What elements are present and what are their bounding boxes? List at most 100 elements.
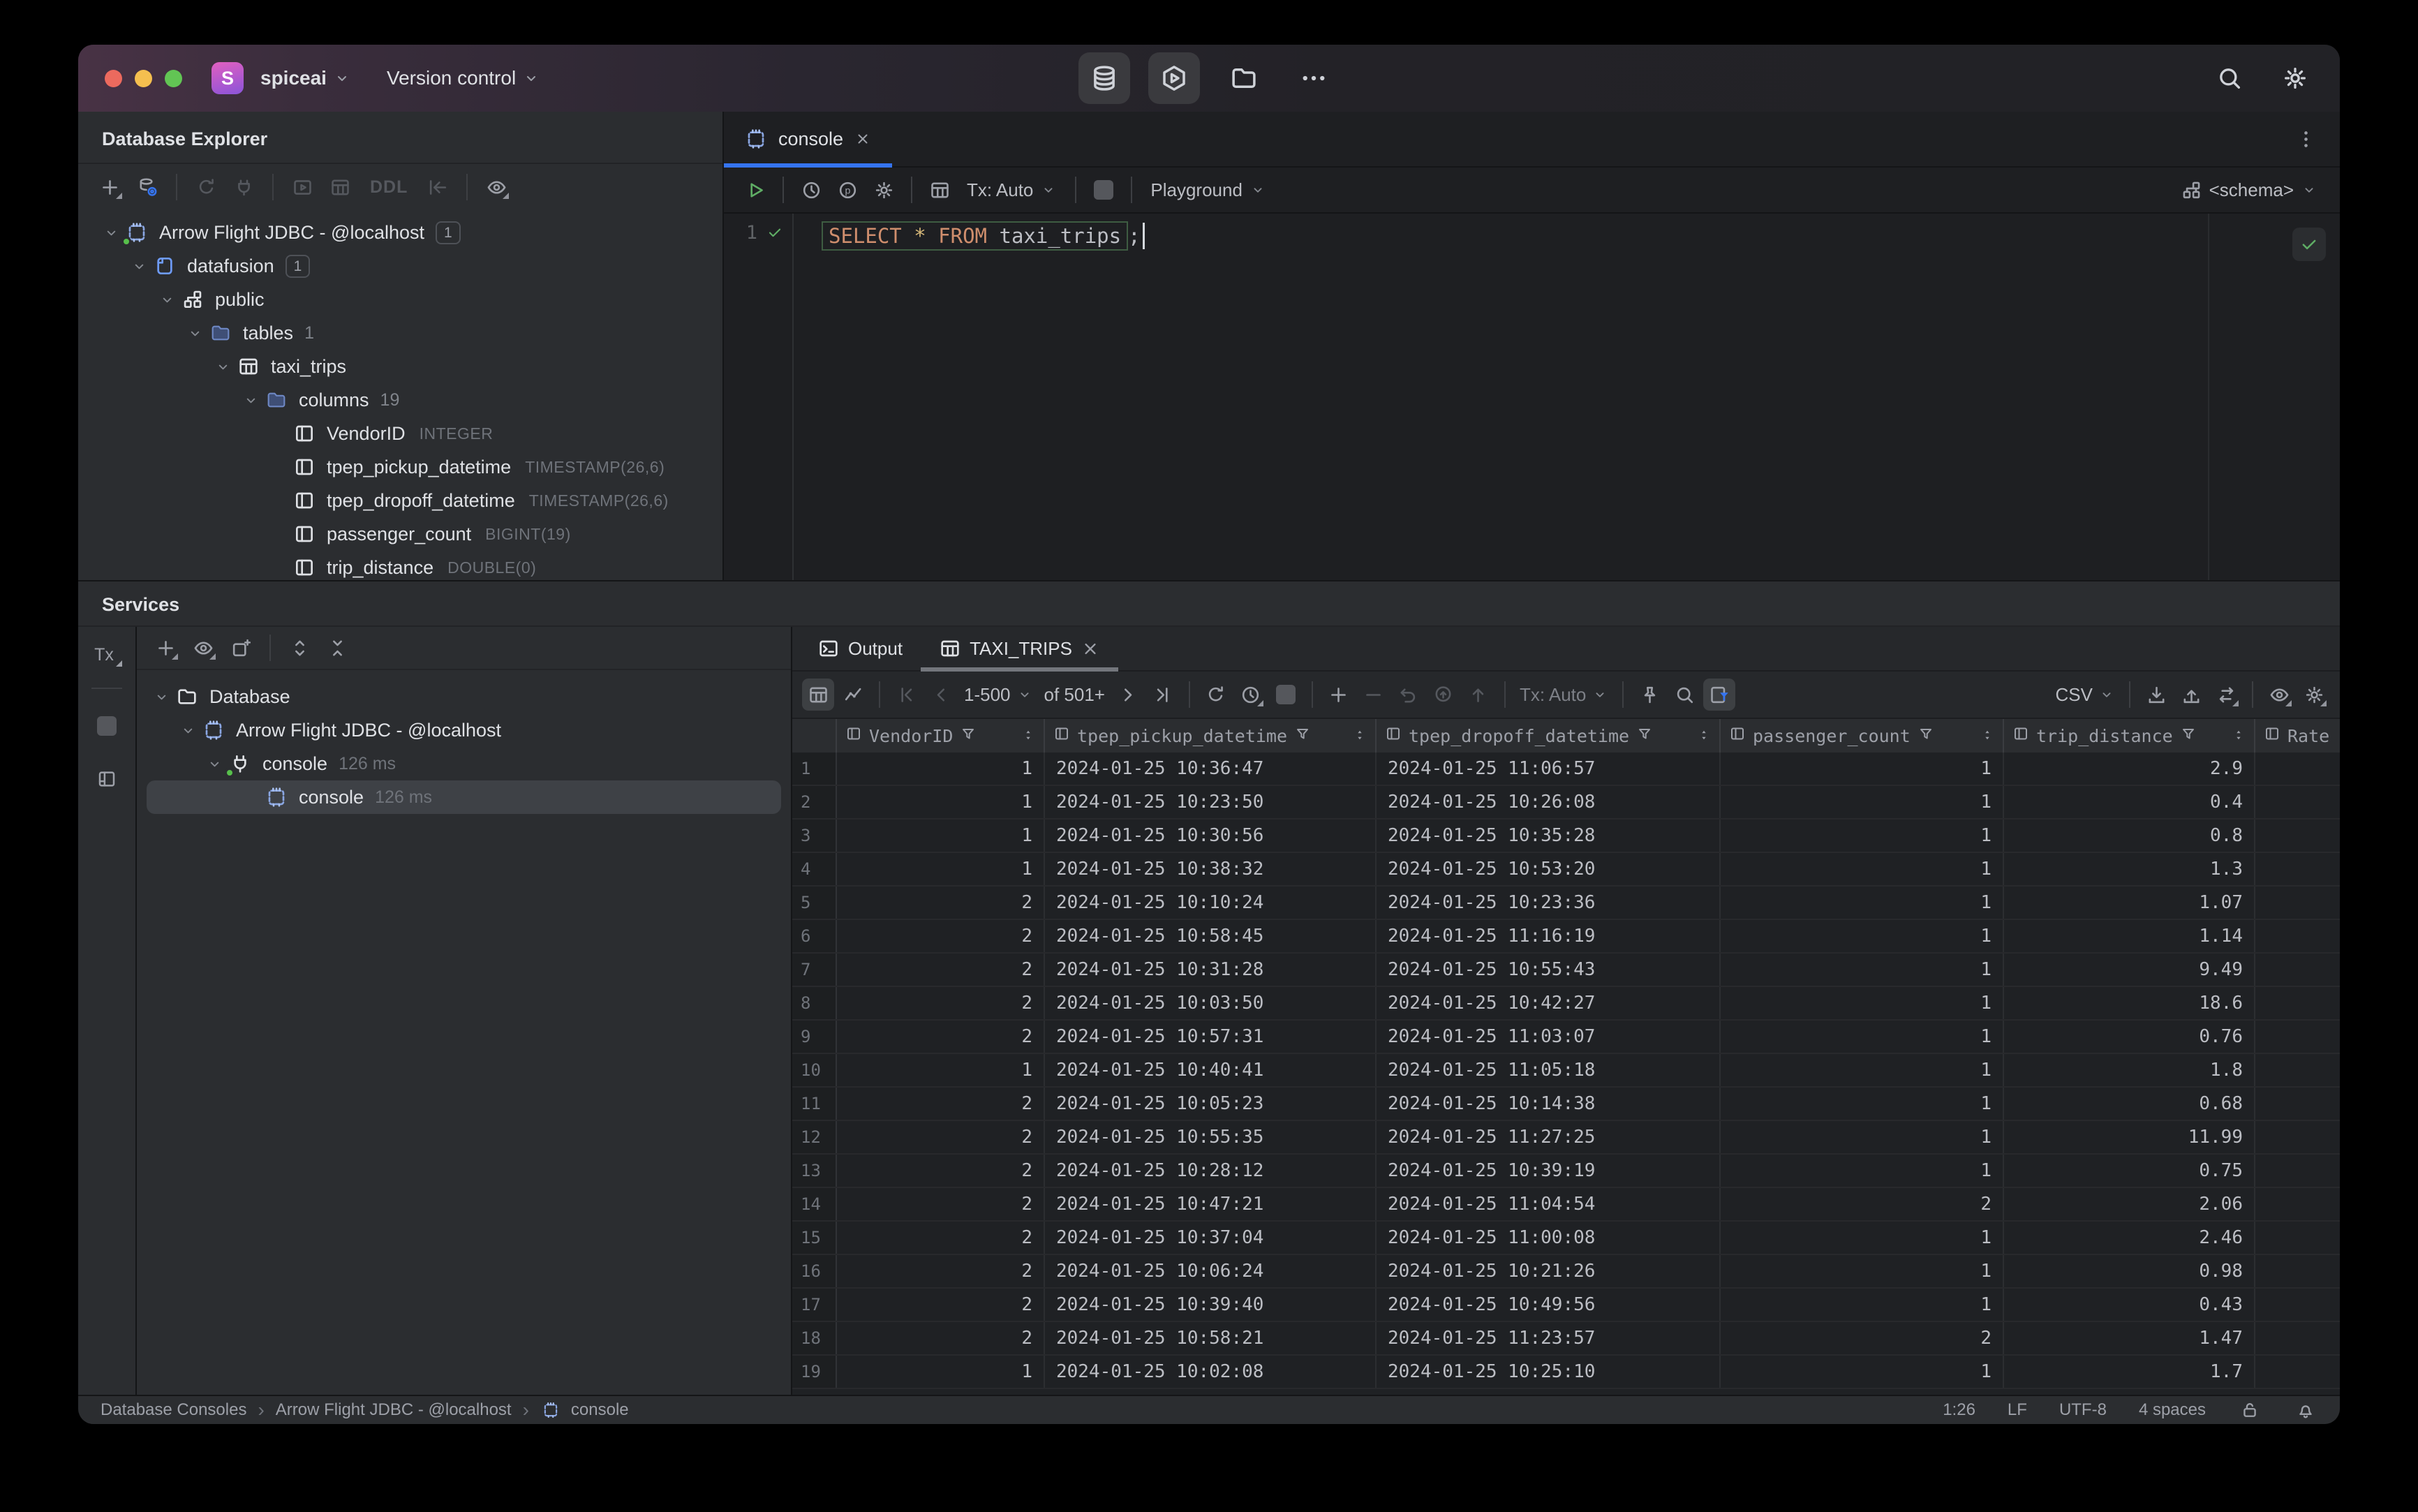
revert-changes-button[interactable] — [1393, 679, 1425, 711]
services-tree-item[interactable]: console 126 ms — [147, 780, 781, 814]
services-tree-item[interactable]: console 126 ms — [137, 747, 791, 780]
table-cell[interactable] — [2255, 887, 2340, 919]
caret-position[interactable]: 1:26 — [1943, 1400, 1975, 1420]
table-cell[interactable]: 2 — [837, 1188, 1045, 1220]
db-tree-item[interactable]: Arrow Flight JDBC - @localhost 1 — [78, 216, 722, 249]
table-cell[interactable]: 2024-01-25 10:26:08 — [1377, 786, 1721, 818]
tab-console[interactable]: console — [724, 112, 893, 168]
parameters-button[interactable]: p — [831, 174, 863, 206]
table-cell[interactable]: 2024-01-25 10:31:28 — [1045, 954, 1377, 986]
table-cell[interactable]: 2 — [1721, 1188, 2004, 1220]
table-cell[interactable]: 2024-01-25 10:35:28 — [1377, 820, 1721, 852]
view-options-button[interactable] — [480, 171, 512, 203]
table-cell[interactable] — [2255, 1188, 2340, 1220]
table-cell[interactable]: 1.14 — [2004, 920, 2255, 952]
stop-process-button[interactable] — [91, 710, 123, 742]
table-cell[interactable]: 2 — [837, 954, 1045, 986]
search-everywhere-button[interactable] — [2213, 61, 2246, 95]
table-cell[interactable]: 2024-01-25 11:05:18 — [1377, 1054, 1721, 1086]
page-size-selector[interactable]: 1-500 — [964, 684, 1033, 706]
db-tree-item[interactable]: passenger_count BIGINT(19) — [78, 517, 722, 551]
row-number[interactable]: 15 — [792, 1222, 837, 1254]
table-cell[interactable]: 2 — [837, 1088, 1045, 1120]
table-cell[interactable]: 2024-01-25 10:02:08 — [1045, 1356, 1377, 1388]
jump-to-console-button[interactable] — [286, 171, 318, 203]
table-cell[interactable]: 1 — [837, 1356, 1045, 1388]
chevron-down-icon[interactable] — [154, 292, 180, 308]
table-cell[interactable]: 2024-01-25 10:39:40 — [1045, 1289, 1377, 1321]
datasource-properties-button[interactable] — [131, 171, 163, 203]
export-data-button[interactable] — [2140, 679, 2172, 711]
readonly-toggle-icon[interactable] — [2238, 1398, 2262, 1422]
row-number[interactable]: 3 — [792, 820, 837, 852]
table-cell[interactable]: 0.98 — [2004, 1255, 2255, 1287]
filter-panel-button[interactable] — [1703, 679, 1736, 711]
settings-button[interactable] — [2278, 61, 2312, 95]
add-service-button[interactable] — [149, 632, 181, 664]
table-cell[interactable]: 9.49 — [2004, 954, 2255, 986]
export-format-selector[interactable]: CSV — [2056, 684, 2115, 706]
table-cell[interactable] — [2255, 1289, 2340, 1321]
new-datasource-button[interactable] — [94, 171, 126, 203]
table-cell[interactable]: 2024-01-25 10:58:45 — [1045, 920, 1377, 952]
table-cell[interactable]: 1 — [1721, 1289, 2004, 1321]
table-cell[interactable]: 11.99 — [2004, 1121, 2255, 1153]
chevron-down-icon[interactable] — [148, 689, 175, 705]
next-page-button[interactable] — [1112, 679, 1144, 711]
table-cell[interactable]: 2024-01-25 10:38:32 — [1045, 853, 1377, 885]
db-tree-item[interactable]: public — [78, 283, 722, 316]
sql-statement-line[interactable]: SELECT * FROM taxi_trips; — [822, 218, 2340, 254]
table-cell[interactable]: 2024-01-25 10:57:31 — [1045, 1021, 1377, 1053]
row-number[interactable]: 12 — [792, 1121, 837, 1153]
db-tree-item[interactable]: trip_distance DOUBLE(0) — [78, 551, 722, 580]
query-history-button[interactable] — [795, 174, 827, 206]
table-cell[interactable]: 1.3 — [2004, 853, 2255, 885]
table-cell[interactable] — [2255, 753, 2340, 785]
table-cell[interactable]: 1 — [1721, 1054, 2004, 1086]
zoom-window-button[interactable] — [165, 69, 182, 87]
delete-row-button[interactable] — [1358, 679, 1390, 711]
auto-refresh-button[interactable] — [1235, 679, 1267, 711]
row-number[interactable]: 9 — [792, 1021, 837, 1053]
grid-view-options-button[interactable] — [2263, 679, 2295, 711]
table-cell[interactable]: 1 — [1721, 887, 2004, 919]
column-header-VendorID[interactable]: VendorID — [837, 719, 1045, 753]
table-cell[interactable]: 1 — [837, 853, 1045, 885]
grid-settings-button[interactable] — [2298, 679, 2330, 711]
table-cell[interactable]: 2 — [837, 1021, 1045, 1053]
table-cell[interactable]: 2024-01-25 10:06:24 — [1045, 1255, 1377, 1287]
chevron-down-icon[interactable] — [126, 258, 152, 274]
project-avatar[interactable]: S — [212, 62, 244, 94]
db-tree-item[interactable]: datafusion 1 — [78, 249, 722, 283]
table-cell[interactable]: 1 — [1721, 920, 2004, 952]
table-cell[interactable]: 0.8 — [2004, 820, 2255, 852]
sort-icon[interactable] — [1021, 726, 1035, 746]
row-number[interactable]: 18 — [792, 1322, 837, 1354]
collapse-all-button[interactable] — [321, 632, 353, 664]
table-cell[interactable]: 2024-01-25 10:10:24 — [1045, 887, 1377, 919]
table-cell[interactable]: 1 — [1721, 1222, 2004, 1254]
table-cell[interactable]: 1 — [837, 820, 1045, 852]
table-cell[interactable]: 2024-01-25 10:40:41 — [1045, 1054, 1377, 1086]
table-cell[interactable]: 2024-01-25 11:23:57 — [1377, 1322, 1721, 1354]
version-control-selector[interactable]: Version control — [387, 67, 540, 89]
tx-mode-selector[interactable]: Tx: Auto — [967, 179, 1057, 201]
close-tab-icon[interactable] — [853, 129, 873, 149]
table-cell[interactable]: 1 — [1721, 1356, 2004, 1388]
import-data-button[interactable] — [2175, 679, 2207, 711]
file-encoding[interactable]: UTF-8 — [2059, 1400, 2107, 1420]
notifications-icon[interactable] — [2294, 1398, 2317, 1422]
chevron-down-icon[interactable] — [98, 225, 124, 241]
schema-selector[interactable]: <schema> — [2209, 179, 2317, 201]
table-cell[interactable] — [2255, 1155, 2340, 1187]
table-cell[interactable]: 2024-01-25 10:53:20 — [1377, 853, 1721, 885]
services-tree-item[interactable]: Arrow Flight JDBC - @localhost — [137, 713, 791, 747]
table-cell[interactable]: 0.68 — [2004, 1088, 2255, 1120]
table-cell[interactable]: 1 — [1721, 1255, 2004, 1287]
table-cell[interactable] — [2255, 786, 2340, 818]
project-selector[interactable]: spiceai — [260, 67, 350, 89]
table-cell[interactable] — [2255, 1222, 2340, 1254]
row-number[interactable]: 14 — [792, 1188, 837, 1220]
refresh-button[interactable] — [190, 171, 222, 203]
table-cell[interactable]: 0.76 — [2004, 1021, 2255, 1053]
